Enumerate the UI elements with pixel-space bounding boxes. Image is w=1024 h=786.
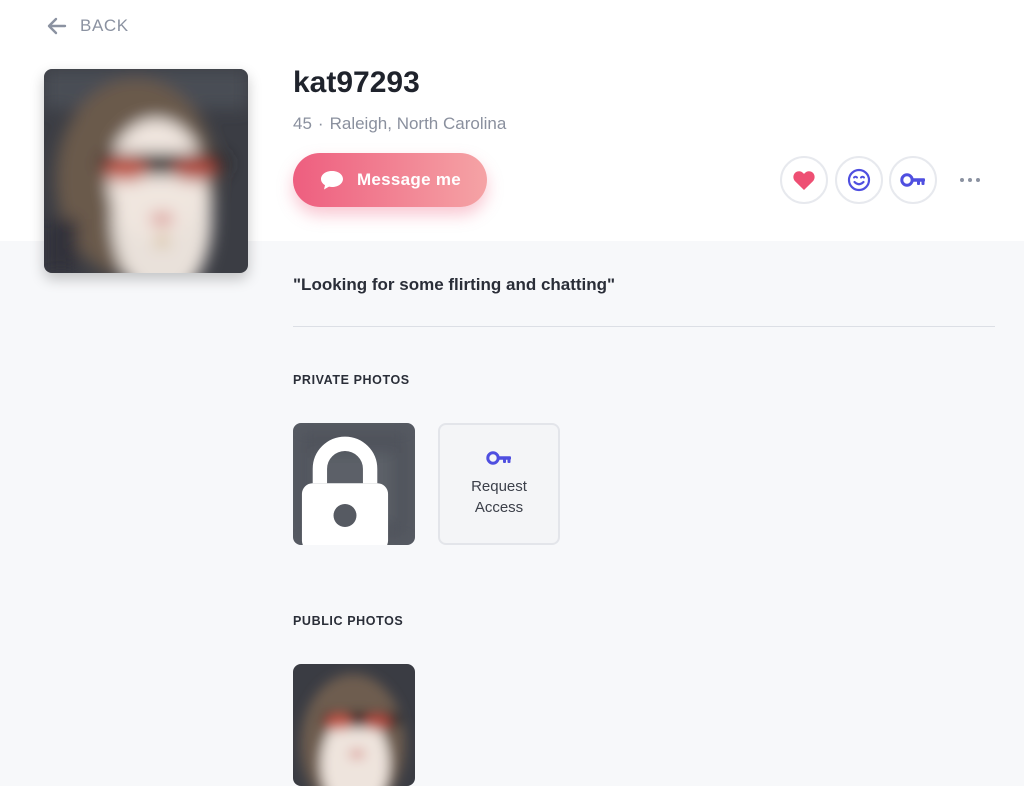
wink-smiley-icon xyxy=(847,168,871,192)
like-button[interactable] xyxy=(780,156,828,204)
public-photo-thumbnail[interactable] xyxy=(293,664,415,786)
private-photos-title: PRIVATE PHOTOS xyxy=(293,373,410,387)
age-location: 45 · Raleigh, North Carolina xyxy=(293,114,506,134)
location: Raleigh, North Carolina xyxy=(329,114,507,133)
back-label: BACK xyxy=(80,16,129,35)
more-dots-icon xyxy=(960,178,964,182)
request-access-button[interactable]: Request Access xyxy=(438,423,560,545)
arrow-left-icon xyxy=(47,17,67,35)
back-button[interactable]: BACK xyxy=(46,15,129,37)
key-icon xyxy=(900,173,925,187)
age: 45 xyxy=(293,114,312,133)
username: kat97293 xyxy=(293,66,420,99)
profile-headline: "Looking for some flirting and chatting" xyxy=(293,275,616,294)
key-button[interactable] xyxy=(889,156,937,204)
request-access-label: Request Access xyxy=(471,478,527,516)
more-dots-icon xyxy=(968,178,972,182)
public-photo-image xyxy=(293,664,415,786)
key-icon xyxy=(486,451,511,465)
public-photos-title: PUBLIC PHOTOS xyxy=(293,614,404,628)
profile-photo-image xyxy=(44,69,248,273)
meta-separator: · xyxy=(317,114,324,133)
heart-icon xyxy=(793,171,815,190)
more-dots-icon xyxy=(976,178,980,182)
private-photo-thumbnail[interactable] xyxy=(293,423,415,545)
more-options-button[interactable] xyxy=(952,168,988,192)
divider xyxy=(293,326,995,327)
message-me-button[interactable]: Message me xyxy=(293,153,487,207)
message-me-label: Message me xyxy=(356,170,462,189)
profile-photo[interactable] xyxy=(44,69,248,273)
chat-bubble-icon xyxy=(320,171,343,190)
wink-button[interactable] xyxy=(835,156,883,204)
lock-icon xyxy=(301,436,389,545)
